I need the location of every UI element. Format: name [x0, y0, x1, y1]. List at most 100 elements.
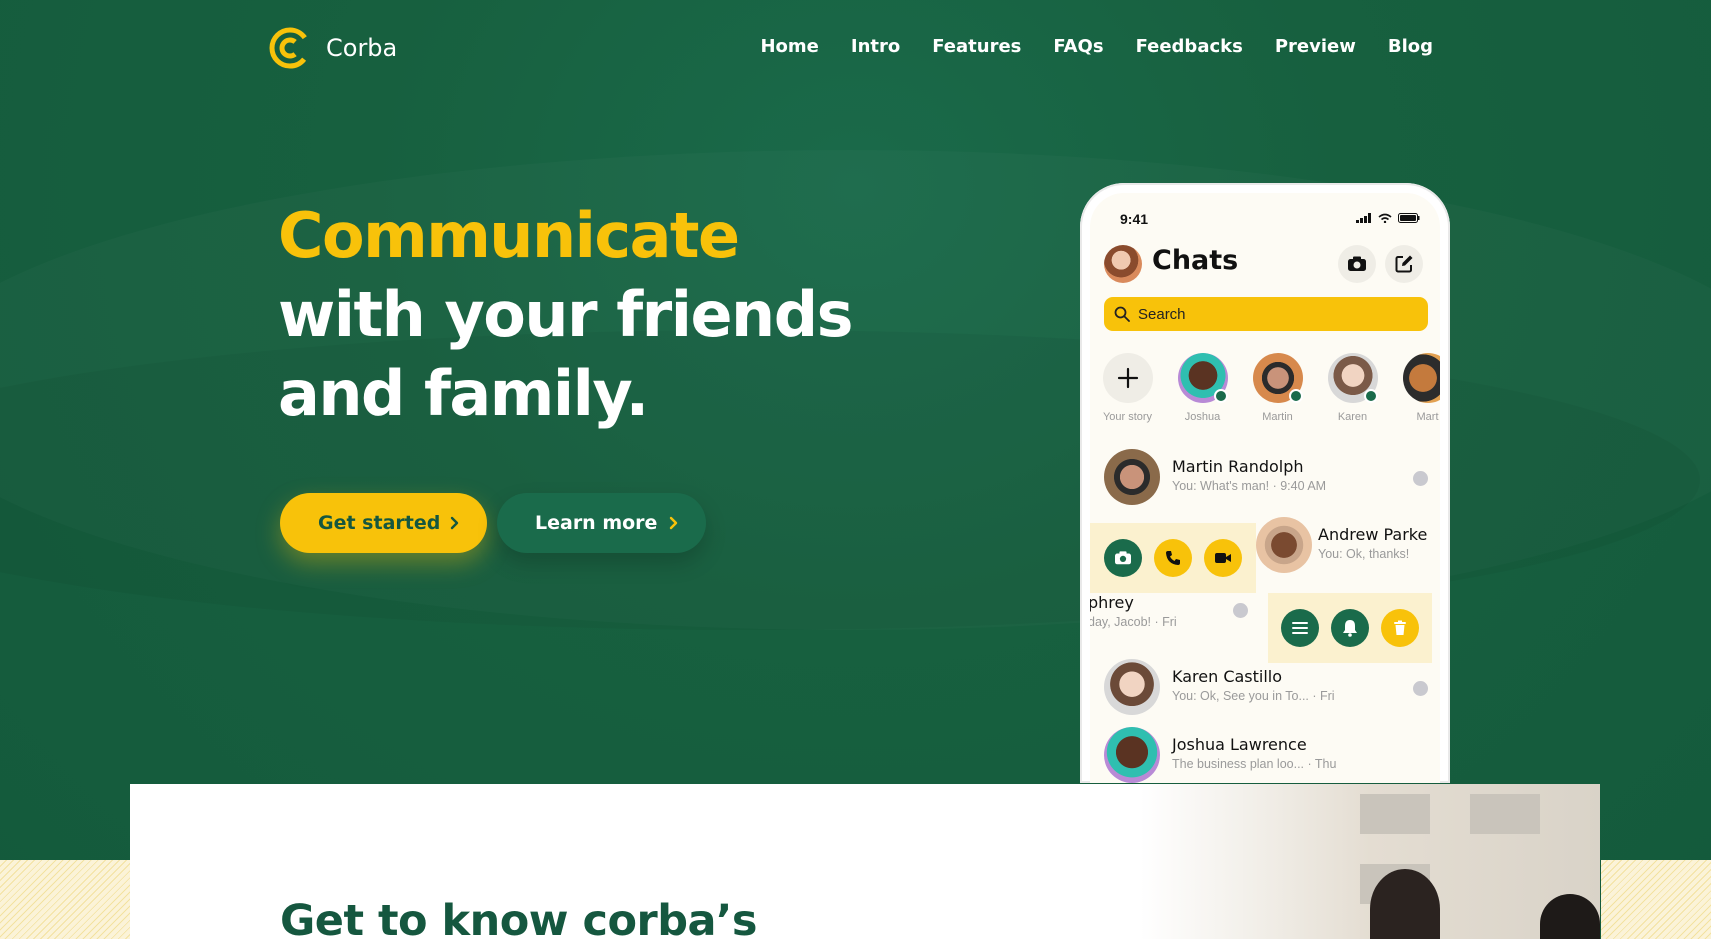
stories-row: Your story Joshua Martin Karen Mart: [1090, 353, 1440, 423]
wifi-icon: [1378, 213, 1392, 223]
corba-logo-icon: [268, 26, 312, 70]
story-your-story[interactable]: Your story: [1090, 353, 1165, 423]
photo-person: [1540, 894, 1600, 939]
chat-name: phrey: [1090, 593, 1134, 612]
avatar: [1327, 353, 1378, 403]
nav-features[interactable]: Features: [932, 36, 1021, 57]
menu-icon: [1292, 622, 1308, 634]
online-indicator: [1363, 389, 1378, 403]
chat-preview: You: Ok, See you in To... · Fri: [1172, 689, 1335, 703]
story-mart[interactable]: Mart: [1390, 353, 1440, 423]
chat-row-humphrey[interactable]: phrey day, Jacob! · Fri: [1090, 579, 1260, 647]
read-indicator: [1413, 471, 1428, 486]
battery-icon: [1398, 213, 1420, 223]
chat-preview: day, Jacob! · Fri: [1090, 615, 1177, 629]
chat-name: Karen Castillo: [1172, 667, 1283, 686]
story-joshua[interactable]: Joshua: [1165, 353, 1240, 423]
search-placeholder: Search: [1138, 305, 1186, 323]
chats-title: Chats: [1152, 245, 1239, 276]
read-indicator: [1233, 603, 1248, 618]
search-icon: [1114, 306, 1130, 322]
headline-line-2: with your friends: [278, 278, 853, 351]
phone-mockup: 9:41 Chats Search Your story Joshua Mart…: [1080, 183, 1450, 783]
photo-person: [1370, 869, 1440, 939]
compose-icon: [1395, 255, 1413, 273]
nav-intro[interactable]: Intro: [851, 36, 900, 57]
decorative-stripes: [1601, 860, 1711, 939]
trash-icon: [1394, 620, 1406, 635]
avatar: [1402, 353, 1440, 403]
avatar: [1104, 659, 1160, 715]
chat-name: Andrew Parke: [1318, 525, 1428, 544]
phone-icon: [1166, 551, 1180, 565]
chat-preview: You: What's man! · 9:40 AM: [1172, 479, 1327, 493]
video-icon: [1215, 553, 1231, 563]
avatar: [1104, 449, 1160, 505]
chat-preview: You: Ok, thanks!: [1318, 547, 1410, 561]
get-started-label: Get started: [318, 512, 441, 534]
nav-feedbacks[interactable]: Feedbacks: [1136, 36, 1243, 57]
bell-icon: [1343, 620, 1357, 637]
read-indicator: [1413, 681, 1428, 696]
chat-row-karen[interactable]: Karen Castillo You: Ok, See you in To...…: [1090, 653, 1440, 721]
chat-preview: The business plan loo... · Thu: [1172, 757, 1337, 771]
story-label: Karen: [1337, 411, 1368, 423]
avatar: [1177, 353, 1228, 403]
intro-section: Get to know corba’s: [130, 784, 1600, 939]
chat-row-martin[interactable]: Martin Randolph You: What's man! · 9:40 …: [1090, 443, 1440, 511]
chevron-right-icon: [669, 516, 678, 530]
story-label: Mart: [1416, 411, 1439, 423]
plus-icon: [1117, 367, 1138, 389]
intro-photo: [1140, 784, 1600, 939]
story-label: Joshua: [1184, 411, 1221, 423]
headline-line-1: Communicate: [278, 199, 740, 272]
story-label: Martin: [1262, 411, 1293, 423]
camera-button[interactable]: [1338, 245, 1376, 283]
main-nav: Home Intro Features FAQs Feedbacks Previ…: [760, 36, 1433, 57]
chat-row-joshua[interactable]: Joshua Lawrence The business plan loo...…: [1090, 721, 1440, 783]
headline-line-3: and family.: [278, 357, 649, 430]
chat-name: Martin Randolph: [1172, 457, 1304, 476]
delete-action-button[interactable]: [1381, 609, 1419, 647]
camera-icon: [1115, 551, 1131, 565]
avatar: [1104, 727, 1160, 783]
brand-logo[interactable]: Corba: [268, 26, 397, 70]
search-input[interactable]: Search: [1104, 297, 1428, 331]
photo-window: [1470, 794, 1540, 834]
hero-headline: Communicate with your friends and family…: [278, 196, 853, 433]
compose-button[interactable]: [1385, 245, 1423, 283]
chat-name: Joshua Lawrence: [1172, 735, 1307, 754]
section-title: Get to know corba’s: [280, 896, 757, 939]
profile-avatar[interactable]: [1104, 245, 1142, 283]
call-action-button[interactable]: [1154, 539, 1192, 577]
nav-faqs[interactable]: FAQs: [1053, 36, 1103, 57]
online-indicator: [1288, 389, 1303, 403]
story-karen[interactable]: Karen: [1315, 353, 1390, 423]
avatar: [1252, 353, 1303, 403]
chat-row-andrew[interactable]: Andrew Parke You: Ok, thanks!: [1256, 511, 1440, 579]
chevron-right-icon: [450, 516, 459, 530]
camera-action-button[interactable]: [1104, 539, 1142, 577]
online-indicator: [1213, 389, 1228, 403]
video-action-button[interactable]: [1204, 539, 1242, 577]
brand-name: Corba: [326, 34, 398, 62]
avatar: [1256, 517, 1312, 573]
learn-more-label: Learn more: [535, 512, 658, 534]
get-started-button[interactable]: Get started: [280, 493, 487, 553]
camera-icon: [1348, 256, 1366, 271]
nav-preview[interactable]: Preview: [1275, 36, 1356, 57]
signal-icon: [1356, 213, 1371, 223]
status-time: 9:41: [1120, 211, 1149, 227]
phone-screen: 9:41 Chats Search Your story Joshua Mart…: [1090, 193, 1440, 783]
story-martin[interactable]: Martin: [1240, 353, 1315, 423]
learn-more-button[interactable]: Learn more: [497, 493, 706, 553]
story-label: Your story: [1102, 411, 1153, 423]
status-icons: [1356, 213, 1420, 223]
photo-window: [1360, 794, 1430, 834]
menu-action-button[interactable]: [1281, 609, 1319, 647]
mute-action-button[interactable]: [1331, 609, 1369, 647]
nav-blog[interactable]: Blog: [1388, 36, 1433, 57]
decorative-stripes: [0, 860, 130, 939]
add-story-button[interactable]: [1102, 353, 1153, 403]
nav-home[interactable]: Home: [760, 36, 818, 57]
